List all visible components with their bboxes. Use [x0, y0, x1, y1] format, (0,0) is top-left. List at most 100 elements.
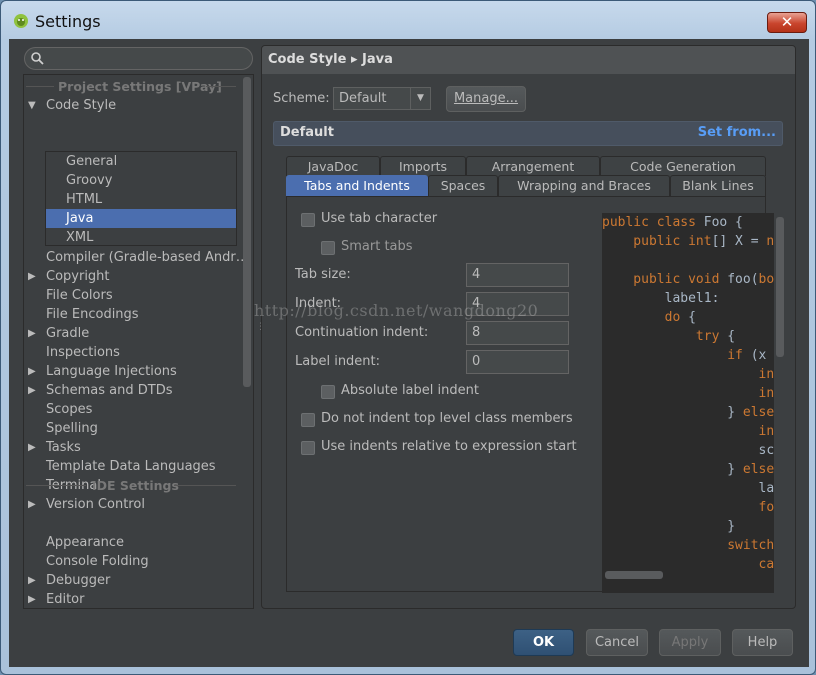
use-tab-checkbox[interactable] [301, 213, 315, 227]
no-indent-top-level-checkbox[interactable] [301, 413, 315, 427]
search-icon [31, 52, 44, 65]
set-from-link[interactable]: Set from... [698, 125, 776, 140]
tree-item[interactable]: ▶ Copyright [24, 267, 240, 286]
tree-item[interactable]: ▶ Debugger [24, 571, 240, 590]
expand-right-icon[interactable]: ▶ [28, 362, 36, 381]
label-indent-field[interactable]: 0 [466, 350, 569, 374]
expand-down-icon[interactable]: ▼ [28, 96, 36, 115]
preview-horizontal-scrollbar[interactable] [605, 571, 663, 579]
tree-item-groovy[interactable]: Groovy [46, 171, 236, 190]
continuation-indent-label: Continuation indent: [295, 325, 429, 340]
use-tab-label: Use tab character [321, 211, 438, 226]
tree-item-label: Inspections [46, 345, 120, 360]
tree-item-label: Version Control [46, 497, 145, 512]
tree-item-label: Template Data Languages [46, 459, 216, 474]
project-settings-group: Project Settings [VPay] [24, 77, 240, 96]
tab-arrangement[interactable]: Arrangement [466, 156, 600, 176]
search-input[interactable] [24, 47, 253, 70]
code-line: } else [602, 403, 774, 422]
tree-item[interactable]: ▶ Gradle [24, 324, 240, 343]
tree-item[interactable]: Appearance [24, 533, 240, 552]
tree-item-label: Schemas and DTDs [46, 383, 173, 398]
manage-label: Manage... [453, 91, 519, 106]
code-token: if [602, 348, 751, 363]
label-indent-label: Label indent: [295, 354, 381, 369]
tree-item[interactable]: Console Folding [24, 552, 240, 571]
relative-indents-checkbox[interactable] [301, 441, 315, 455]
code-line: label1: [602, 289, 720, 308]
code-line: public int[] X = n [602, 232, 774, 251]
continuation-indent-field[interactable]: 8 [466, 321, 569, 345]
code-token: { [688, 310, 696, 325]
close-button[interactable]: ✕ [767, 12, 807, 33]
tree-item[interactable]: Inspections [24, 343, 240, 362]
expand-right-icon[interactable]: ▶ [28, 324, 36, 343]
tree-item[interactable]: File Colors [24, 286, 240, 305]
code-line: in [602, 365, 774, 384]
tab-imports[interactable]: Imports [380, 156, 466, 176]
tree-item[interactable]: Spelling [24, 419, 240, 438]
smart-tabs-checkbox[interactable] [321, 241, 335, 255]
tree-item-label: Console Folding [46, 554, 149, 569]
tree-item-label: Code Style [46, 98, 117, 113]
tree-item-html[interactable]: HTML [46, 190, 236, 209]
absolute-label-indent-checkbox[interactable] [321, 385, 335, 399]
scheme-dropdown[interactable]: Default ▼ [333, 87, 431, 110]
tree-item[interactable]: Scopes [24, 400, 240, 419]
code-line: do { [602, 308, 696, 327]
ide-settings-label: IDE Settings [92, 478, 179, 493]
tree-item[interactable]: ▶ Version Control [24, 495, 240, 514]
expand-right-icon[interactable]: ▶ [28, 571, 36, 590]
splitter-handle[interactable]: ⋮ [256, 322, 265, 334]
tree-item[interactable]: ▶ Language Injections [24, 362, 240, 381]
tree-item-label: File Encodings [46, 307, 139, 322]
chevron-down-icon[interactable]: ▼ [410, 88, 430, 109]
code-token: ca [602, 557, 774, 572]
tab-code-generation[interactable]: Code Generation [600, 156, 766, 176]
code-token: in [602, 424, 774, 439]
tree-item[interactable]: ▶ Editor [24, 590, 240, 608]
code-token: } [602, 462, 743, 477]
tree-item[interactable]: Template Data Languages [24, 457, 240, 476]
tree-item[interactable]: File Encodings [24, 305, 240, 324]
tree-item-label: Scopes [46, 402, 93, 417]
tab-size-field[interactable]: 4 [466, 263, 569, 287]
ok-button[interactable]: OK [513, 629, 574, 656]
expand-right-icon[interactable]: ▶ [28, 438, 36, 457]
tree-item[interactable]: ▶ Tasks [24, 438, 240, 457]
tree-item-label: HTML [66, 192, 103, 207]
expand-right-icon[interactable]: ▶ [28, 381, 36, 400]
tab-wrapping-and-braces[interactable]: Wrapping and Braces [498, 175, 670, 196]
tree-item-xml[interactable]: XML [46, 228, 236, 247]
tab-spaces[interactable]: Spaces [428, 175, 498, 196]
code-token: label1: [602, 291, 720, 306]
expand-right-icon[interactable]: ▶ [28, 267, 36, 286]
tab-blank-lines[interactable]: Blank Lines [670, 175, 766, 196]
apply-button[interactable]: Apply [659, 629, 721, 656]
code-token: fo [602, 500, 774, 515]
code-line: } else [602, 460, 774, 479]
tab-tabs-and-indents[interactable]: Tabs and Indents [286, 175, 428, 197]
code-token: } [602, 405, 743, 420]
code-line: if (x [602, 346, 766, 365]
preview-vertical-scrollbar[interactable] [776, 217, 784, 357]
tree-item[interactable]: Compiler (Gradle-based Andr… [24, 248, 249, 267]
default-title: Default [280, 125, 334, 140]
tree-item[interactable]: ▶ Schemas and DTDs [24, 381, 240, 400]
code-token: in [602, 386, 774, 401]
expand-right-icon[interactable]: ▶ [28, 590, 36, 608]
tree-scrollbar[interactable] [243, 77, 251, 387]
code-token: } [602, 519, 736, 534]
code-token: do [602, 310, 689, 325]
tab-javadoc[interactable]: JavaDoc [286, 156, 380, 176]
tree-item-general[interactable]: General [46, 152, 236, 171]
tree-item-java[interactable]: Java [46, 209, 236, 228]
help-button[interactable]: Help [732, 629, 793, 656]
expand-right-icon[interactable]: ▶ [28, 495, 36, 514]
cancel-button[interactable]: Cancel [586, 629, 648, 656]
tabs-and-indents-content: Use tab character Smart tabs Tab size: 4… [286, 196, 784, 593]
code-token: public int [602, 234, 712, 249]
code-style-children: General Groovy HTML Java XML [45, 151, 237, 246]
manage-button[interactable]: Manage... [446, 86, 526, 112]
tree-item-code-style[interactable]: ▼ Code Style [24, 96, 240, 115]
